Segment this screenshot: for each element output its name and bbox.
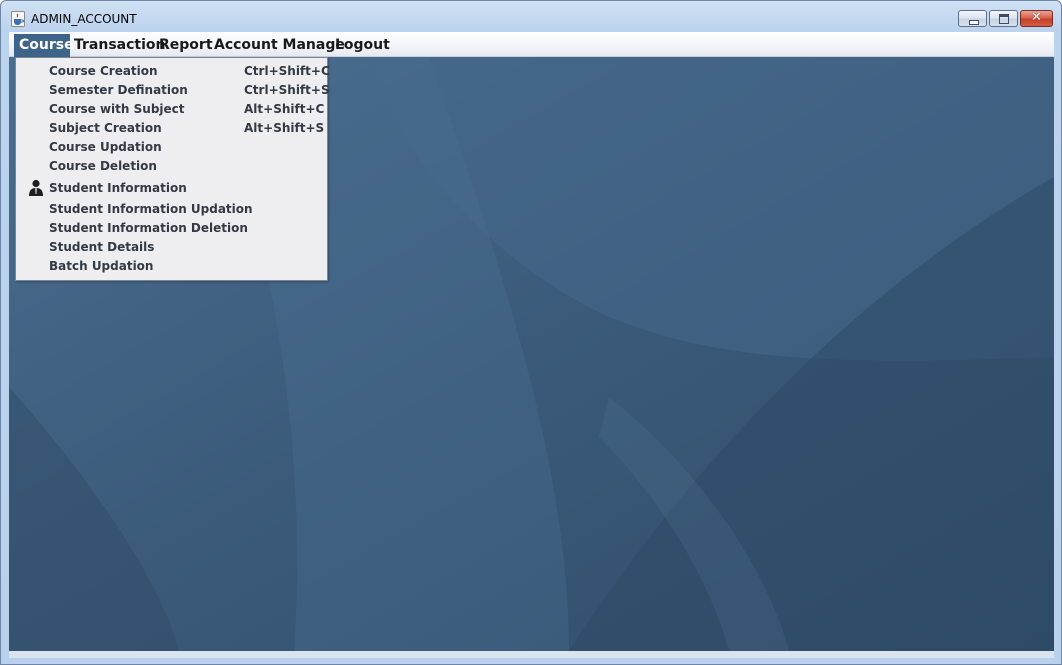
menu-account-manage[interactable]: Account Manage (209, 34, 350, 57)
minimize-icon (969, 20, 979, 25)
menu-bar: Course Transaction Report Account Manage… (9, 32, 1054, 57)
menu-item-label: Student Information Deletion (49, 221, 248, 235)
menu-report[interactable]: Report (154, 34, 218, 57)
menu-item-label: Semester Defination (49, 83, 188, 97)
student-icon (29, 179, 43, 196)
title-bar[interactable]: ADMIN_ACCOUNT ✕ (1, 1, 1061, 32)
menu-item-shortcut: Alt+Shift+S (244, 121, 325, 135)
menu-item-student-information-deletion[interactable]: Student Information Deletion (16, 219, 327, 238)
menu-logout[interactable]: Logout (330, 34, 395, 57)
close-button[interactable]: ✕ (1020, 10, 1053, 27)
java-coffee-icon (11, 11, 25, 27)
menu-course[interactable]: Course (14, 34, 74, 57)
menu-item-label: Batch Updation (49, 259, 154, 273)
menu-item-label: Course Updation (49, 140, 162, 154)
menu-item-label: Course with Subject (49, 102, 185, 116)
window-title: ADMIN_ACCOUNT (31, 12, 137, 26)
menu-item-subject-creation[interactable]: Subject Creation Alt+Shift+S (16, 119, 327, 138)
menu-item-label: Course Creation (49, 64, 158, 78)
menu-item-label: Student Information (49, 181, 187, 195)
menu-item-batch-updation[interactable]: Batch Updation (16, 257, 327, 276)
menu-item-course-deletion[interactable]: Course Deletion (16, 157, 327, 176)
menu-item-course-creation[interactable]: Course Creation Ctrl+Shift+C (16, 62, 330, 81)
menu-item-shortcut: Alt+Shift+C (244, 102, 325, 116)
menu-item-label: Student Information Updation (49, 202, 253, 216)
menu-item-semester-defination[interactable]: Semester Defination Ctrl+Shift+S (16, 81, 330, 100)
minimize-button[interactable] (958, 10, 987, 27)
course-dropdown-menu: Course Creation Ctrl+Shift+C Semester De… (15, 57, 330, 281)
menu-item-course-with-subject[interactable]: Course with Subject Alt+Shift+C (16, 100, 327, 119)
close-icon: ✕ (1031, 10, 1042, 25)
menu-item-student-details[interactable]: Student Details (16, 238, 327, 257)
menu-item-student-information-updation[interactable]: Student Information Updation (16, 200, 327, 219)
bottom-border (9, 651, 1054, 658)
menu-item-label: Subject Creation (49, 121, 162, 135)
menu-item-shortcut: Ctrl+Shift+S (244, 83, 330, 97)
menu-item-label: Student Details (49, 240, 155, 254)
maximize-button[interactable] (989, 10, 1018, 27)
maximize-icon (999, 14, 1009, 24)
menu-item-student-information[interactable]: Student Information (16, 177, 327, 199)
menu-item-shortcut: Ctrl+Shift+C (244, 64, 330, 78)
menu-item-course-updation[interactable]: Course Updation (16, 138, 327, 157)
window-controls: ✕ (958, 10, 1053, 29)
menu-item-label: Course Deletion (49, 159, 157, 173)
app-window: ADMIN_ACCOUNT ✕ Course Transaction Repor… (0, 0, 1062, 665)
